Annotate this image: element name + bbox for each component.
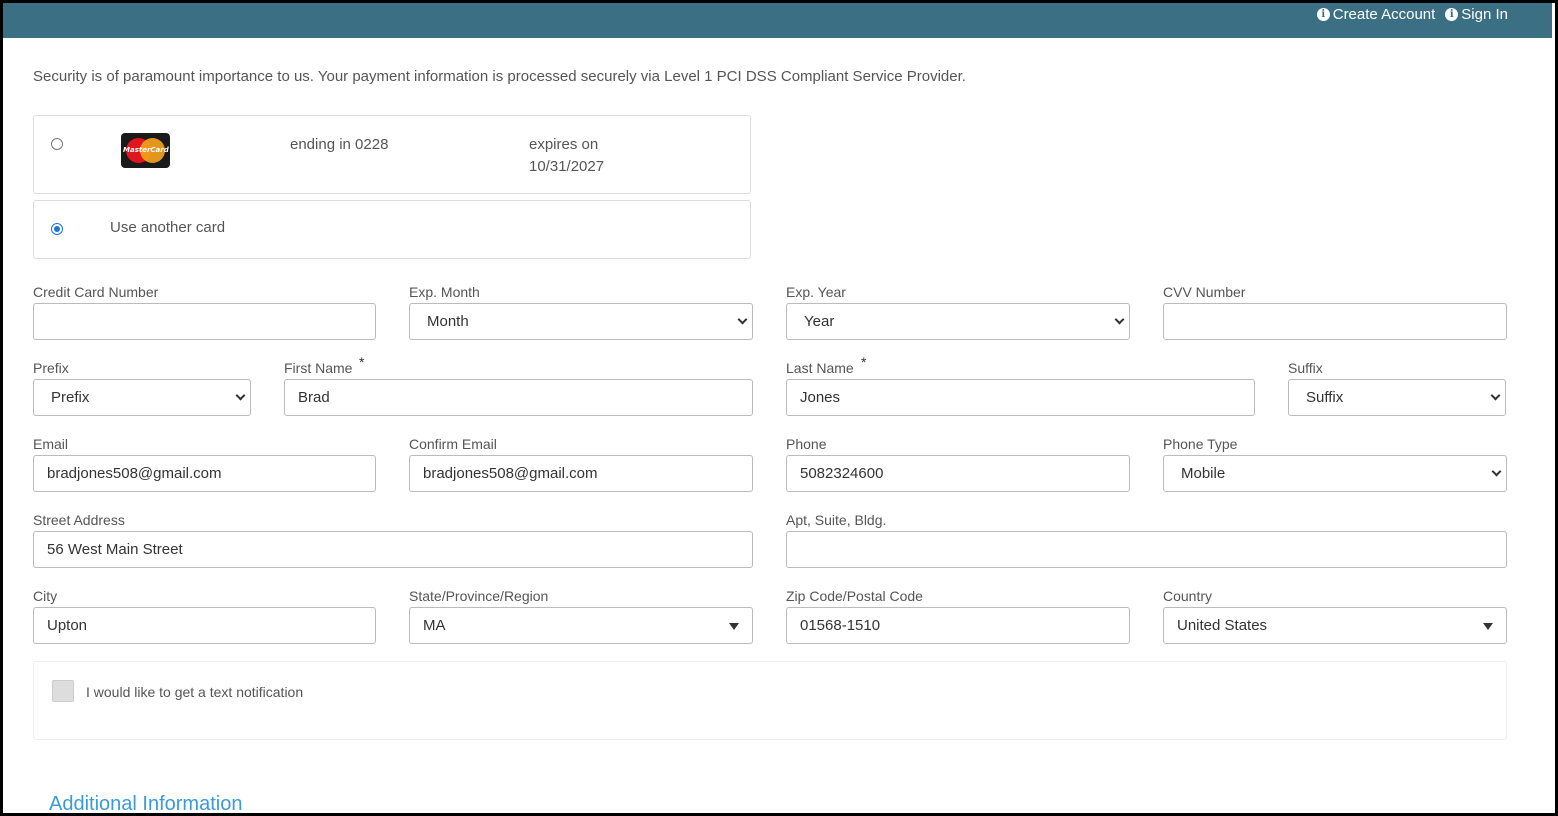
- another-card-label: Use another card: [110, 219, 226, 236]
- country-label: Country: [1163, 588, 1213, 604]
- street-input[interactable]: 56 West Main Street: [33, 531, 753, 568]
- card-ending: ending in 0228: [290, 136, 389, 153]
- exp-month-value: Month: [427, 313, 469, 330]
- cc-number-input[interactable]: [33, 303, 376, 340]
- zip-input[interactable]: 01568-1510: [786, 607, 1130, 644]
- another-card-option[interactable]: Use another card: [33, 200, 751, 259]
- apt-label: Apt, Suite, Bldg.: [786, 512, 887, 528]
- chevron-down-icon: [1490, 390, 1501, 401]
- sign-in-label: Sign In: [1461, 6, 1508, 23]
- create-account-link[interactable]: i Create Account: [1316, 6, 1436, 23]
- exp-year-select[interactable]: Year: [786, 303, 1130, 340]
- additional-information-heading[interactable]: Additional Information: [49, 793, 242, 816]
- required-asterisk: *: [359, 354, 365, 370]
- cvv-input[interactable]: [1163, 303, 1507, 340]
- chevron-down-icon: [1491, 466, 1502, 477]
- email-label: Email: [33, 436, 69, 452]
- exp-year-label: Exp. Year: [786, 284, 846, 300]
- text-notification-checkbox[interactable]: [52, 680, 74, 702]
- zip-label: Zip Code/Postal Code: [786, 588, 923, 604]
- email-input[interactable]: bradjones508@gmail.com: [33, 455, 376, 492]
- cvv-label: CVV Number: [1163, 284, 1246, 300]
- chevron-down-icon: [235, 390, 246, 401]
- street-label: Street Address: [33, 512, 125, 528]
- card-expires-date: 10/31/2027: [529, 158, 605, 175]
- saved-card-option[interactable]: MasterCard ending in 0228 expires on 10/…: [33, 115, 751, 194]
- phone-input[interactable]: 5082324600: [786, 455, 1130, 492]
- prefix-select[interactable]: Prefix: [33, 379, 251, 416]
- phone-type-select[interactable]: Mobile: [1163, 455, 1507, 492]
- suffix-select[interactable]: Suffix: [1288, 379, 1506, 416]
- exp-month-label: Exp. Month: [409, 284, 480, 300]
- saved-card-radio[interactable]: [51, 138, 63, 150]
- exp-year-value: Year: [804, 313, 835, 330]
- exp-month-select[interactable]: Month: [409, 303, 753, 340]
- phone-type-label: Phone Type: [1163, 436, 1238, 452]
- info-icon: i: [1316, 8, 1330, 21]
- caret-down-icon: [1483, 623, 1493, 630]
- state-select[interactable]: MA: [409, 607, 753, 644]
- first-name-label: First Name: [284, 360, 353, 376]
- notification-box: I would like to get a text notification: [33, 661, 1507, 740]
- create-account-label: Create Account: [1332, 6, 1436, 23]
- another-card-radio[interactable]: [51, 223, 63, 235]
- country-value: United States: [1177, 617, 1268, 634]
- required-asterisk: *: [861, 354, 867, 370]
- prefix-value: Prefix: [51, 389, 90, 406]
- info-icon: i: [1445, 8, 1459, 21]
- apt-input[interactable]: [786, 531, 1507, 568]
- city-label: City: [33, 588, 58, 604]
- top-nav: i Create Account i Sign In: [1316, 6, 1508, 23]
- suffix-value: Suffix: [1306, 389, 1344, 406]
- last-name-label: Last Name: [786, 360, 854, 376]
- caret-down-icon: [729, 623, 739, 630]
- country-select[interactable]: United States: [1163, 607, 1507, 644]
- state-value: MA: [423, 617, 446, 634]
- card-expires-label: expires on: [529, 136, 599, 153]
- mastercard-logo: MasterCard: [121, 133, 170, 168]
- sign-in-link[interactable]: i Sign In: [1445, 6, 1508, 23]
- confirm-email-input[interactable]: bradjones508@gmail.com: [409, 455, 753, 492]
- cc-number-label: Credit Card Number: [33, 284, 159, 300]
- phone-label: Phone: [786, 436, 827, 452]
- phone-type-value: Mobile: [1181, 465, 1226, 482]
- chevron-down-icon: [737, 314, 748, 325]
- last-name-input[interactable]: Jones: [786, 379, 1255, 416]
- text-notification-label: I would like to get a text notification: [86, 684, 304, 700]
- first-name-input[interactable]: Brad: [284, 379, 753, 416]
- confirm-email-label: Confirm Email: [409, 436, 497, 452]
- top-bar: i Create Account i Sign In: [3, 3, 1552, 38]
- security-notice: Security is of paramount importance to u…: [33, 68, 966, 85]
- city-input[interactable]: Upton: [33, 607, 376, 644]
- prefix-label: Prefix: [33, 360, 69, 376]
- suffix-label: Suffix: [1288, 360, 1323, 376]
- state-label: State/Province/Region: [409, 588, 549, 604]
- chevron-down-icon: [1114, 314, 1125, 325]
